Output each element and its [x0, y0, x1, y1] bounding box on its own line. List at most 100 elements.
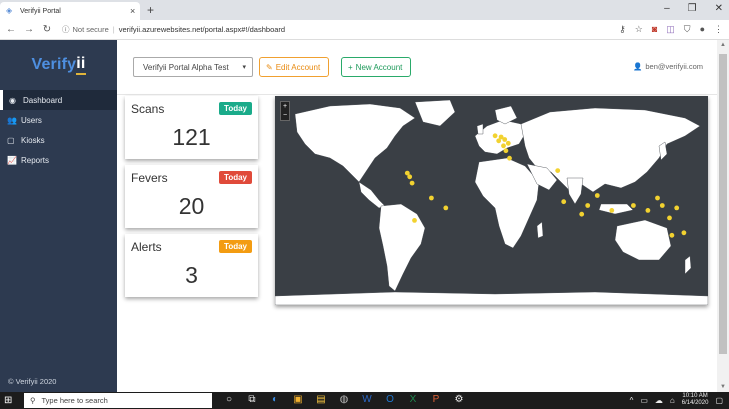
edit-account-button[interactable]: ✎ Edit Account: [259, 57, 329, 77]
map-marker[interactable]: [412, 218, 417, 223]
page-scrollbar[interactable]: ▲ ▼: [717, 40, 729, 392]
sidebar-item-users[interactable]: 👥 Users: [0, 110, 117, 130]
map-marker[interactable]: [655, 195, 660, 201]
map-marker[interactable]: [667, 215, 672, 221]
land-north-america: [294, 103, 416, 183]
map-marker[interactable]: [496, 138, 502, 144]
map-marker[interactable]: [594, 193, 600, 198]
url-field[interactable]: verifyii.azurewebsites.net/portal.aspx#!…: [119, 25, 285, 34]
store-icon[interactable]: ▣: [291, 394, 305, 405]
land-uk: [476, 123, 484, 135]
map-marker[interactable]: [609, 208, 615, 213]
land-new-zealand: [684, 255, 692, 275]
battery-icon[interactable]: ▭: [640, 396, 648, 405]
world-map[interactable]: + −: [275, 96, 708, 305]
restore-button[interactable]: ❐: [688, 3, 697, 14]
cortana-icon[interactable]: ○: [222, 394, 236, 405]
windows-start-icon[interactable]: ⊞: [4, 395, 12, 406]
land-antarctica: [275, 291, 708, 305]
map-marker[interactable]: [443, 205, 449, 211]
notifications-icon[interactable]: ▢: [715, 396, 723, 405]
sidebar-item-dashboard[interactable]: ◉ Dashboard: [0, 90, 117, 110]
star-icon[interactable]: ☆: [635, 24, 643, 35]
scans-card: Scans Today 121: [125, 96, 258, 159]
map-marker[interactable]: [501, 143, 506, 149]
land-greenland: [414, 99, 456, 127]
taskbar-search[interactable]: ⚲ Type here to search: [24, 393, 212, 408]
security-indicator[interactable]: ⓘ Not secure: [62, 24, 109, 35]
map-marker[interactable]: [674, 205, 680, 211]
tray-chevron-icon[interactable]: ^: [630, 396, 634, 405]
word-icon[interactable]: W: [360, 394, 374, 405]
tab-close-icon[interactable]: ×: [130, 6, 140, 16]
status-badge: Today: [219, 240, 252, 253]
chevron-down-icon: ▾: [242, 64, 246, 71]
users-icon: 👥: [7, 115, 17, 125]
extension-purple-icon[interactable]: ◫: [666, 24, 675, 35]
outlook-icon[interactable]: O: [383, 394, 397, 405]
map-marker[interactable]: [579, 211, 585, 217]
sidebar-item-label: Dashboard: [23, 95, 63, 105]
app-icon[interactable]: ◍: [337, 394, 351, 405]
map-marker[interactable]: [429, 195, 434, 201]
sidebar-item-kiosks[interactable]: ▢ Kiosks: [0, 130, 117, 150]
key-icon[interactable]: ⚷: [619, 24, 626, 35]
profile-icon[interactable]: ●: [700, 24, 705, 35]
card-label: Scans: [131, 102, 165, 116]
browser-tab[interactable]: ◈ Verifyii Portal ×: [0, 2, 140, 20]
forward-arrow-icon[interactable]: →: [22, 24, 36, 35]
map-marker[interactable]: [407, 174, 413, 180]
status-badge: Today: [219, 102, 252, 115]
settings-gear-icon[interactable]: ⚙: [452, 394, 466, 405]
brand-main: Verify: [31, 56, 77, 73]
map-marker[interactable]: [669, 232, 675, 238]
map-marker[interactable]: [645, 208, 651, 213]
edit-icon: ✎: [266, 62, 273, 72]
map-marker[interactable]: [492, 133, 498, 139]
scrollbar-thumb[interactable]: [719, 54, 727, 354]
zoom-in-button[interactable]: +: [281, 102, 289, 111]
clock-date: 6/14/2020: [681, 400, 709, 406]
scroll-up-icon[interactable]: ▲: [717, 42, 729, 48]
new-tab-button[interactable]: +: [147, 3, 154, 17]
map-marker[interactable]: [631, 203, 636, 208]
map-marker[interactable]: [503, 148, 509, 154]
map-marker[interactable]: [555, 168, 561, 173]
menu-dots-icon[interactable]: ⋮: [714, 24, 723, 35]
close-window-button[interactable]: ✕: [715, 3, 723, 14]
task-view-icon[interactable]: ⧉: [245, 394, 259, 405]
fevers-card: Fevers Today 20: [125, 165, 258, 228]
map-marker[interactable]: [681, 230, 687, 236]
shield-icon[interactable]: ⛉: [684, 24, 691, 35]
map-marker[interactable]: [561, 199, 567, 205]
reload-icon[interactable]: ↻: [40, 24, 54, 35]
map-marker[interactable]: [502, 137, 508, 142]
map-marker[interactable]: [585, 203, 591, 208]
minimize-button[interactable]: –: [664, 3, 670, 14]
extension-red-icon[interactable]: ◙: [652, 24, 657, 35]
new-account-button[interactable]: + New Account: [341, 57, 411, 77]
status-badge: Today: [219, 171, 252, 184]
map-marker[interactable]: [659, 203, 665, 208]
organization-select[interactable]: Verifyii Portal Alpha Test ▾: [133, 57, 253, 77]
brand-logo[interactable]: Verify ii: [0, 40, 117, 90]
back-arrow-icon[interactable]: ←: [4, 24, 18, 35]
card-value: 3: [185, 262, 198, 288]
sidebar-item-reports[interactable]: 📈 Reports: [0, 150, 117, 170]
cloud-icon[interactable]: ☁: [655, 396, 663, 405]
map-marker[interactable]: [507, 155, 512, 161]
powerpoint-icon[interactable]: P: [429, 394, 443, 405]
map-marker[interactable]: [505, 140, 511, 146]
network-icon[interactable]: ⌂: [670, 396, 675, 405]
file-explorer-icon[interactable]: ▤: [314, 394, 328, 405]
sidebar: Verify ii ◉ Dashboard 👥 Users ▢ Kiosks 📈 …: [0, 40, 117, 392]
zoom-out-button[interactable]: −: [281, 111, 289, 120]
excel-icon[interactable]: X: [406, 394, 420, 405]
alerts-card: Alerts Today 3: [125, 234, 258, 297]
map-marker[interactable]: [409, 180, 415, 186]
taskbar-clock[interactable]: 10:10 AM 6/14/2020: [682, 393, 709, 407]
user-menu[interactable]: 👤 ben@verifyii.com: [633, 62, 703, 71]
scroll-down-icon[interactable]: ▼: [717, 384, 729, 390]
land-australia: [614, 219, 672, 261]
edge-icon[interactable]: ◐: [268, 394, 282, 405]
